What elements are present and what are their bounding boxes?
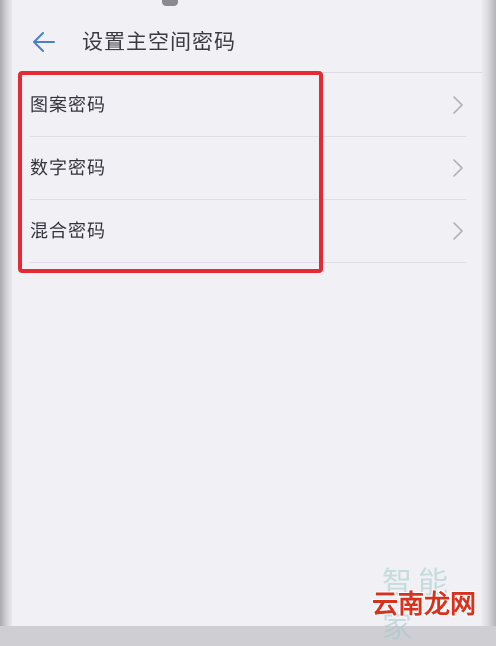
chevron-right-icon: [453, 159, 463, 177]
menu-item-pattern-password[interactable]: 图案密码: [12, 74, 482, 137]
menu-item-mixed-password[interactable]: 混合密码: [12, 200, 482, 263]
chevron-right-icon: [453, 96, 463, 114]
phone-bezel-left: [0, 0, 12, 626]
title-bar: 设置主空间密码: [12, 14, 482, 70]
menu-item-numeric-password[interactable]: 数字密码: [12, 137, 482, 200]
menu-item-label: 数字密码: [30, 158, 106, 179]
phone-bezel-right: [482, 0, 496, 626]
menu-item-label: 图案密码: [30, 95, 106, 116]
top-notch: [162, 0, 178, 6]
chevron-right-icon: [453, 222, 463, 240]
menu-divider: [30, 262, 466, 263]
menu-item-label: 混合密码: [30, 221, 106, 242]
watermark-text-bottom: 云南龙网: [372, 590, 477, 620]
page-title: 设置主空间密码: [82, 30, 236, 54]
arrow-left-icon[interactable]: [30, 28, 58, 56]
password-type-list: 图案密码 数字密码 混合密码: [12, 74, 482, 263]
phone-screen: 设置主空间密码 图案密码 数字密码 混合密码 智能家 云南龙网: [12, 0, 482, 645]
title-divider: [24, 72, 482, 73]
